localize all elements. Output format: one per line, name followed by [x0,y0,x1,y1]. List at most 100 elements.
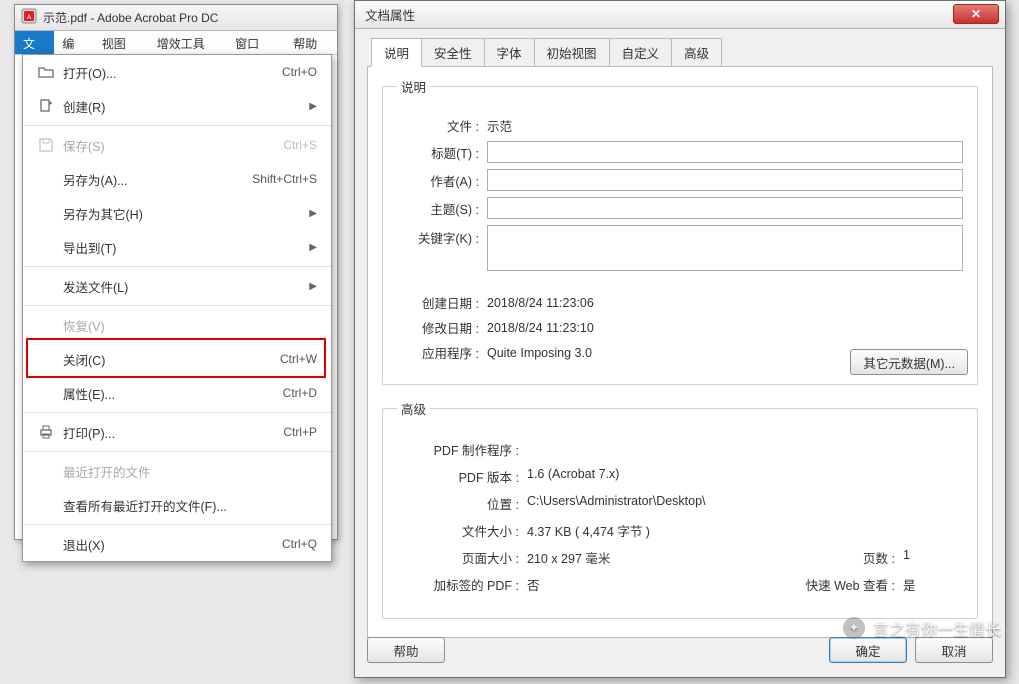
menu-item-6[interactable]: 导出到(T)▶ [23,230,331,264]
filesize-value: 4.37 KB ( 4,474 字节 ) [527,521,963,540]
menu-item-19[interactable]: 退出(X)Ctrl+Q [23,527,331,561]
menu-file[interactable]: 文件 [15,31,54,54]
pdf-icon: A [21,8,37,27]
help-button[interactable]: 帮助 [367,637,445,663]
producer-value [527,440,963,459]
keywords-input[interactable] [487,225,963,271]
menu-item-label: 属性(E)... [59,384,283,403]
location-value: C:\Users\Administrator\Desktop\ [527,494,963,513]
description-group: 说明 文件 : 示范 标题(T) : 作者(A) : 主题(S) : [382,77,978,385]
menu-help[interactable]: 帮助(H [285,31,337,54]
menu-item-14[interactable]: 打印(P)...Ctrl+P [23,415,331,449]
menu-item-4[interactable]: 另存为(A)...Shift+Ctrl+S [23,162,331,196]
menu-item-shortcut: Ctrl+Q [282,537,317,551]
menu-item-11[interactable]: 关闭(C)Ctrl+W [23,342,331,376]
menu-item-label: 关闭(C) [59,350,280,369]
tagged-label: 加标签的 PDF : [397,575,527,594]
tagged-value: 否 [527,575,773,594]
menu-item-label: 创建(R) [59,97,301,116]
created-label: 创建日期 : [397,293,487,312]
menu-item-5[interactable]: 另存为其它(H)▶ [23,196,331,230]
cancel-button[interactable]: 取消 [915,637,993,663]
tab-custom[interactable]: 自定义 [609,38,673,67]
menu-edit[interactable]: 编辑 [54,31,93,54]
acrobat-title-text: 示范.pdf - Adobe Acrobat Pro DC [43,9,218,26]
menu-window[interactable]: 窗口(W) [227,31,285,54]
menu-item-label: 打开(O)... [59,63,282,82]
modified-label: 修改日期 : [397,318,487,337]
watermark-text: 言之有你一生情长 [873,616,1001,640]
pages-label: 页数 : [773,548,903,567]
tab-advanced[interactable]: 高级 [671,38,722,67]
create-icon [33,98,59,114]
menu-view[interactable]: 视图(V) [94,31,149,54]
author-input[interactable] [487,169,963,191]
dialog-title-text: 文档属性 [365,5,415,24]
more-metadata-button[interactable]: 其它元数据(M)... [850,349,968,375]
fastweb-value: 是 [903,575,963,594]
menu-item-8[interactable]: 发送文件(L)▶ [23,269,331,303]
menu-item-shortcut: Ctrl+D [283,386,317,400]
created-value: 2018/8/24 11:23:06 [487,296,963,310]
save-icon [33,137,59,153]
menu-item-3: 保存(S)Ctrl+S [23,128,331,162]
menu-item-label: 恢复(V) [59,316,317,335]
advanced-group: 高级 PDF 制作程序 : PDF 版本 : 1.6 (Acrobat 7.x)… [382,399,978,619]
dialog-title-bar: 文档属性 ✕ [355,1,1005,29]
location-label: 位置 : [397,494,527,513]
acrobat-title-bar: A 示范.pdf - Adobe Acrobat Pro DC [15,5,337,31]
chevron-right-icon: ▶ [301,281,317,292]
modified-value: 2018/8/24 11:23:10 [487,321,963,335]
menu-item-label: 发送文件(L) [59,277,301,296]
folder-open-icon [33,64,59,80]
wechat-icon: ✦ [843,617,865,639]
acrobat-menubar: 文件 编辑 视图(V) 增效工具(P) 窗口(W) 帮助(H [15,31,337,55]
print-icon [33,424,59,440]
tab-description[interactable]: 说明 [371,38,422,67]
author-label: 作者(A) : [397,171,487,190]
menu-plugins[interactable]: 增效工具(P) [149,31,227,54]
producer-label: PDF 制作程序 : [397,440,527,459]
menu-item-label: 查看所有最近打开的文件(F)... [59,496,317,515]
document-properties-dialog: 文档属性 ✕ 说明 安全性 字体 初始视图 自定义 高级 说明 文件 : 示范 … [354,0,1006,678]
pagesize-label: 页面大小 : [397,548,527,567]
pagesize-value: 210 x 297 毫米 [527,548,773,567]
menu-item-shortcut: Ctrl+S [283,138,317,152]
chevron-right-icon: ▶ [301,242,317,253]
menu-item-10: 恢复(V) [23,308,331,342]
keywords-label: 关键字(K) : [397,225,487,247]
menu-item-1[interactable]: 创建(R)▶ [23,89,331,123]
tab-security[interactable]: 安全性 [421,38,485,67]
menu-item-label: 打印(P)... [59,423,283,442]
tab-pane-description: 说明 文件 : 示范 标题(T) : 作者(A) : 主题(S) : [367,66,993,638]
tab-initialview[interactable]: 初始视图 [534,38,610,67]
close-icon: ✕ [971,7,981,21]
fastweb-label: 快速 Web 查看 : [773,575,903,594]
file-menu-dropdown: 打开(O)...Ctrl+O创建(R)▶保存(S)Ctrl+S另存为(A)...… [22,54,332,562]
svg-text:A: A [27,15,32,21]
version-value: 1.6 (Acrobat 7.x) [527,467,963,486]
version-label: PDF 版本 : [397,467,527,486]
menu-item-12[interactable]: 属性(E)...Ctrl+D [23,376,331,410]
menu-item-shortcut: Ctrl+P [283,425,317,439]
menu-item-16: 最近打开的文件 [23,454,331,488]
menu-item-shortcut: Ctrl+W [280,352,317,366]
watermark: ✦ 言之有你一生情长 [843,616,1001,640]
advanced-legend: 高级 [397,399,430,418]
subject-label: 主题(S) : [397,199,487,218]
chevron-right-icon: ▶ [301,208,317,219]
title-label: 标题(T) : [397,143,487,162]
menu-item-17[interactable]: 查看所有最近打开的文件(F)... [23,488,331,522]
ok-button[interactable]: 确定 [829,637,907,663]
menu-item-label: 保存(S) [59,136,283,155]
tab-fonts[interactable]: 字体 [484,38,535,67]
menu-item-0[interactable]: 打开(O)...Ctrl+O [23,55,331,89]
menu-item-label: 最近打开的文件 [59,462,317,481]
menu-item-label: 另存为(A)... [59,170,252,189]
dialog-close-button[interactable]: ✕ [953,4,999,24]
menu-item-label: 导出到(T) [59,238,301,257]
subject-input[interactable] [487,197,963,219]
menu-item-label: 另存为其它(H) [59,204,301,223]
file-value: 示范 [487,116,963,135]
title-input[interactable] [487,141,963,163]
